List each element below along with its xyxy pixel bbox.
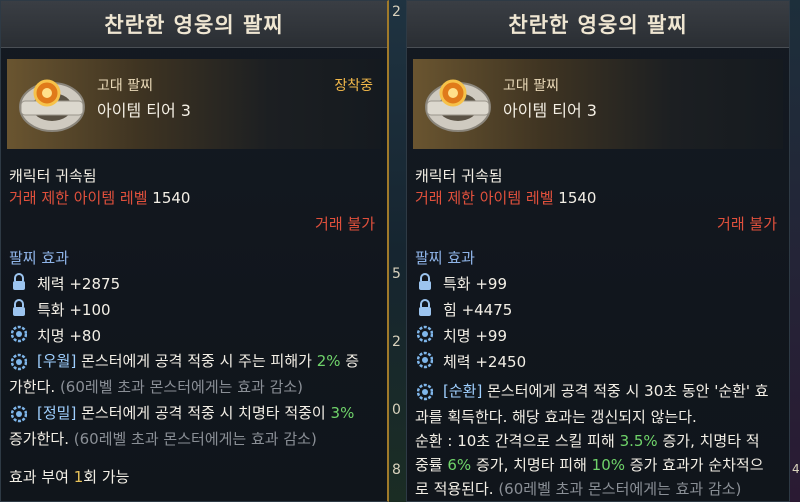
effect-value: 3.5% xyxy=(619,432,658,450)
grant-suffix: 회 가능 xyxy=(83,468,130,486)
effect-value: 10% xyxy=(591,456,625,474)
gear-icon xyxy=(11,353,27,371)
bound-status: 캐릭터 귀속됨 xyxy=(9,167,97,185)
effect-text: 몬스터에게 공격 적중 시 주는 피해가 xyxy=(81,352,312,370)
grant-prefix: 효과 부여 xyxy=(9,468,69,486)
effect-text: 증 xyxy=(345,352,360,370)
effect-value: 6% xyxy=(447,456,472,474)
bracelet-icon xyxy=(19,79,85,132)
effect-description-cont: 증가한다. (60레벨 초과 몬스터에게는 효과 감소) xyxy=(9,427,384,451)
lock-icon xyxy=(13,299,25,316)
effect-note: (60레벨 초과 몬스터에게는 효과 감소) xyxy=(73,430,317,448)
gear-icon xyxy=(11,325,27,343)
gear-icon xyxy=(417,383,433,401)
effect-text: 중률 xyxy=(415,456,443,474)
trade-status: 거래 불가 xyxy=(315,215,375,233)
stat-line: 체력 +2875 xyxy=(37,275,121,293)
effect-tag: [우월] xyxy=(37,352,77,370)
item-grade: 고대 팔찌 xyxy=(97,78,153,94)
lock-icon xyxy=(419,299,431,316)
stat-line: 치명 +80 xyxy=(37,327,102,345)
equipped-badge: 장착중 xyxy=(334,78,373,94)
effect-value: 3% xyxy=(330,404,355,422)
effect-value: 2% xyxy=(316,352,341,370)
trade-level-value: 1540 xyxy=(558,189,597,207)
gear-icon xyxy=(11,405,27,423)
effect-tag: [정밀] xyxy=(37,404,77,422)
item-tooltip-compare: 찬란한 영웅의 팔찌 고대 팔찌 아이템 티어 3 캐릭터 귀속됨 거래 제한 … xyxy=(406,0,790,502)
effect-description: [우월] 몬스터에게 공격 적중 시 주는 피해가 2% 증 xyxy=(37,349,382,373)
stat-line: 특화 +99 xyxy=(443,275,508,293)
effect-grant-count: 효과 부여 1회 가능 xyxy=(9,466,129,487)
effect-text: 증가 효과가 순차적으 xyxy=(629,456,764,474)
item-tier: 아이템 티어 3 xyxy=(97,101,191,120)
trade-level-label: 거래 제한 아이템 레벨 xyxy=(9,189,148,207)
effect-text: 로 적용된다. xyxy=(415,480,494,498)
stat-line: 힘 +4475 xyxy=(443,301,513,319)
effect-text: 몬스터에게 공격 적중 시 치명타 적중이 xyxy=(81,404,326,422)
stat-line: 특화 +100 xyxy=(37,301,111,319)
effect-description-cont: 순환 : 10초 간격으로 스킬 피해 3.5% 증가, 치명타 적 xyxy=(415,429,790,453)
background-slot-label: 8 xyxy=(392,462,401,478)
lock-icon xyxy=(419,273,431,290)
effect-note: (60레벨 초과 몬스터에게는 효과 감소) xyxy=(498,480,742,498)
trade-level-label: 거래 제한 아이템 레벨 xyxy=(415,189,554,207)
background-panel-right xyxy=(790,0,800,502)
effect-text: 증가, 치명타 피해 xyxy=(475,456,587,474)
item-grade: 고대 팔찌 xyxy=(503,78,559,94)
background-slot-label: 2 xyxy=(392,4,401,20)
stat-line: 체력 +2450 xyxy=(443,353,527,371)
effect-text: 과를 획득한다. 해당 효과는 갱신되지 않는다. xyxy=(415,408,697,426)
background-slot-label: 2 xyxy=(392,334,401,350)
item-title: 찬란한 영웅의 팔찌 xyxy=(1,1,387,48)
item-title: 찬란한 영웅의 팔찌 xyxy=(407,1,789,48)
background-slot-label: 0 xyxy=(392,402,401,418)
grant-count: 1 xyxy=(73,468,84,486)
effect-tag: [순환] xyxy=(443,382,483,400)
effect-text: 가한다. xyxy=(9,378,56,396)
item-tooltip-equipped: 찬란한 영웅의 팔찌 고대 팔찌 아이템 티어 3 장착중 캐릭터 귀속됨 거래… xyxy=(0,0,389,502)
trade-status: 거래 불가 xyxy=(717,215,777,233)
effects-title: 팔찌 효과 xyxy=(9,249,69,267)
effect-description: [정밀] 몬스터에게 공격 적중 시 치명타 적중이 3% xyxy=(37,401,382,425)
effects-title: 팔찌 효과 xyxy=(415,249,475,267)
bound-status: 캐릭터 귀속됨 xyxy=(415,167,503,185)
background-slot-label: 48 xyxy=(792,462,800,476)
effect-description-cont: 로 적용된다. (60레벨 초과 몬스터에게는 효과 감소) xyxy=(415,477,790,501)
effect-description-cont: 과를 획득한다. 해당 효과는 갱신되지 않는다. xyxy=(415,405,790,429)
effect-text: 몬스터에게 공격 적중 시 30초 동안 '순환' 효 xyxy=(487,382,769,400)
trade-level-value: 1540 xyxy=(152,189,191,207)
effect-text: 증가한다. xyxy=(9,430,69,448)
trade-level-row: 거래 제한 아이템 레벨 1540 xyxy=(9,187,190,208)
gear-icon xyxy=(417,325,433,343)
effect-description-cont: 가한다. (60레벨 초과 몬스터에게는 효과 감소) xyxy=(9,375,384,399)
effect-description-cont: 중률 6% 증가, 치명타 피해 10% 증가 효과가 순차적으 xyxy=(415,453,790,477)
bracelet-icon xyxy=(425,79,491,132)
effect-text: 증가, 치명타 적 xyxy=(662,432,760,450)
stat-line: 치명 +99 xyxy=(443,327,508,345)
effect-text: 순환 : 10초 간격으로 스킬 피해 xyxy=(415,432,615,450)
effect-description: [순환] 몬스터에게 공격 적중 시 30초 동안 '순환' 효 xyxy=(443,379,788,403)
item-tier: 아이템 티어 3 xyxy=(503,101,597,120)
background-slot-label: 5 xyxy=(392,266,401,282)
lock-icon xyxy=(13,273,25,290)
trade-level-row: 거래 제한 아이템 레벨 1540 xyxy=(415,187,596,208)
gear-icon xyxy=(417,351,433,369)
effect-note: (60레벨 초과 몬스터에게는 효과 감소) xyxy=(59,378,304,396)
